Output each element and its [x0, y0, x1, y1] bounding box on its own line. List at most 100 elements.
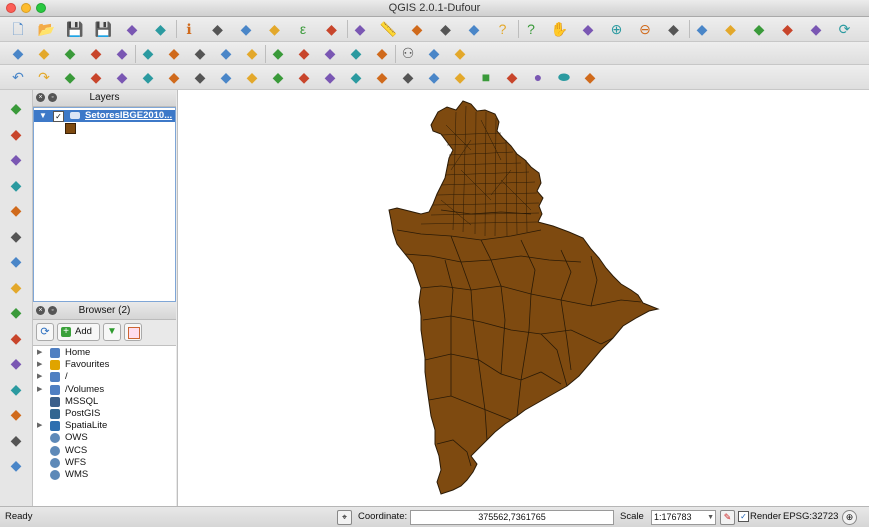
- advanced-digitize-icon[interactable]: ◆: [450, 67, 470, 87]
- layer-row[interactable]: ▼ ✓ SetoresIBGE2010...: [34, 110, 175, 122]
- measure-icon[interactable]: 📏: [379, 19, 399, 39]
- simplify-icon[interactable]: ◆: [60, 67, 80, 87]
- add-delimited-text-icon[interactable]: ◆: [6, 302, 26, 322]
- layer-checkbox[interactable]: ✓: [53, 111, 64, 122]
- coordinate-field[interactable]: 375562,7361765: [410, 510, 614, 525]
- binoculars-icon[interactable]: ⚇: [398, 43, 418, 63]
- add-postgis-icon[interactable]: ◆: [6, 149, 26, 169]
- expression-select-icon[interactable]: ε: [293, 19, 313, 39]
- copy-features-icon[interactable]: ◆: [190, 43, 210, 63]
- zoom-layer-icon[interactable]: ◆: [749, 19, 769, 39]
- toggle-edit-icon[interactable]: ◆: [8, 43, 28, 63]
- select-icon[interactable]: ◆: [236, 19, 256, 39]
- save-project-icon[interactable]: 💾: [65, 19, 85, 39]
- add-mssql-icon[interactable]: ◆: [6, 200, 26, 220]
- plugin-icon[interactable]: ◆: [424, 43, 444, 63]
- cut-features-icon[interactable]: ◆: [164, 43, 184, 63]
- new-shapefile-icon[interactable]: ◆: [6, 328, 26, 348]
- label-change-icon[interactable]: ◆: [372, 43, 392, 63]
- float-panel-icon[interactable]: ◦: [48, 93, 57, 102]
- browser-item[interactable]: ▶ /: [33, 371, 176, 383]
- rotate-feature-icon[interactable]: ◆: [398, 67, 418, 87]
- print-composer-manager-icon[interactable]: ◆: [151, 19, 171, 39]
- delete-ring-icon[interactable]: ◆: [164, 67, 184, 87]
- statistics-icon[interactable]: ◆: [350, 19, 370, 39]
- delete-selected-icon[interactable]: ◆: [138, 43, 158, 63]
- identify-icon[interactable]: ℹ: [179, 19, 199, 39]
- stop-render-icon[interactable]: ✎: [720, 510, 735, 525]
- move-feature-icon[interactable]: ◆: [86, 43, 106, 63]
- digitize-line-icon[interactable]: ◆: [6, 379, 26, 399]
- circle-icon[interactable]: ●: [528, 67, 548, 87]
- expand-arrow-icon[interactable]: ▶: [37, 420, 43, 432]
- browser-item[interactable]: WFS: [33, 457, 176, 469]
- label-rotate-icon[interactable]: ◆: [346, 43, 366, 63]
- coordinate-toggle-icon[interactable]: ⌖: [337, 510, 352, 525]
- gps-icon[interactable]: ◆: [580, 67, 600, 87]
- refresh-icon[interactable]: ⟳: [835, 19, 855, 39]
- label-pin-icon[interactable]: ◆: [268, 43, 288, 63]
- reshape-icon[interactable]: ◆: [216, 67, 236, 87]
- merge-features-icon[interactable]: ◆: [320, 67, 340, 87]
- zoom-native-icon[interactable]: ◆: [664, 19, 684, 39]
- split-features-icon[interactable]: ◆: [268, 67, 288, 87]
- close-panel-icon[interactable]: ×: [36, 306, 45, 315]
- save-as-icon[interactable]: 💾: [94, 19, 114, 39]
- render-checkbox[interactable]: ✓: [738, 511, 749, 522]
- zoom-next-icon[interactable]: ◆: [806, 19, 826, 39]
- add-vector-layer-icon[interactable]: ◆: [6, 98, 26, 118]
- expand-arrow-icon[interactable]: ▶: [37, 347, 43, 359]
- expand-arrow-icon[interactable]: ▼: [39, 110, 47, 122]
- annotation-icon[interactable]: ◆: [407, 19, 427, 39]
- split-parts-icon[interactable]: ◆: [294, 67, 314, 87]
- pan-to-selection-icon[interactable]: ◆: [578, 19, 598, 39]
- browser-item[interactable]: OWS: [33, 432, 176, 444]
- remove-layer-icon[interactable]: ◆: [6, 353, 26, 373]
- node-tool-icon[interactable]: ◆: [112, 43, 132, 63]
- add-wcs-icon[interactable]: ◆: [6, 251, 26, 271]
- add-wfs-icon[interactable]: ◆: [6, 277, 26, 297]
- new-spatialite-icon[interactable]: ◆: [6, 430, 26, 450]
- text-annotation-icon[interactable]: ◆: [464, 19, 484, 39]
- scale-combo[interactable]: 1:176783 ▼: [651, 510, 716, 525]
- add-part-icon[interactable]: ◆: [112, 67, 132, 87]
- hand-pan-icon[interactable]: ✋: [550, 19, 570, 39]
- expand-arrow-icon[interactable]: ▶: [37, 359, 43, 371]
- browser-item[interactable]: MSSQL: [33, 396, 176, 408]
- add-raster-layer-icon[interactable]: ◆: [6, 124, 26, 144]
- browser-item[interactable]: PostGIS: [33, 408, 176, 420]
- open-project-icon[interactable]: 📂: [37, 19, 57, 39]
- raster-calc-icon[interactable]: ◆: [6, 455, 26, 475]
- undo-icon[interactable]: ↶: [8, 67, 28, 87]
- refresh-button[interactable]: ⟳: [36, 323, 54, 341]
- zoom-last-icon[interactable]: ◆: [778, 19, 798, 39]
- merge-attributes-icon[interactable]: ◆: [346, 67, 366, 87]
- label-abc-icon[interactable]: ◆: [242, 43, 262, 63]
- expand-arrow-icon[interactable]: ▶: [37, 384, 43, 396]
- digitize-icon[interactable]: ◆: [424, 67, 444, 87]
- zoom-out-icon[interactable]: ⊖: [635, 19, 655, 39]
- pan-icon[interactable]: ◆: [208, 19, 228, 39]
- add-ring-icon[interactable]: ◆: [86, 67, 106, 87]
- redo-icon[interactable]: ↷: [34, 67, 54, 87]
- attribute-table-icon[interactable]: ◆: [322, 19, 342, 39]
- python-console-icon[interactable]: ◆: [450, 43, 470, 63]
- add-feature-icon[interactable]: ◆: [60, 43, 80, 63]
- browser-item[interactable]: WMS: [33, 469, 176, 481]
- browser-item[interactable]: ▶ Home: [33, 347, 176, 359]
- deselect-icon[interactable]: ◆: [265, 19, 285, 39]
- crs-status-icon[interactable]: ⊕: [842, 510, 857, 525]
- label-show-icon[interactable]: ◆: [294, 43, 314, 63]
- float-panel-icon[interactable]: ◦: [48, 306, 57, 315]
- rotate-point-icon[interactable]: ◆: [372, 67, 392, 87]
- browser-item[interactable]: ▶ SpatiaLite: [33, 420, 176, 432]
- filter-button[interactable]: ▼: [103, 323, 121, 341]
- add-spatialite-icon[interactable]: ◆: [6, 175, 26, 195]
- add-button[interactable]: + Add: [57, 323, 100, 341]
- map-canvas[interactable]: [177, 90, 869, 506]
- polygon-icon[interactable]: ◆: [502, 67, 522, 87]
- fill-ring-icon[interactable]: ◆: [138, 67, 158, 87]
- zoom-in-icon[interactable]: ⊕: [607, 19, 627, 39]
- whats-this-icon[interactable]: ?: [521, 19, 541, 39]
- new-print-composer-icon[interactable]: ◆: [122, 19, 142, 39]
